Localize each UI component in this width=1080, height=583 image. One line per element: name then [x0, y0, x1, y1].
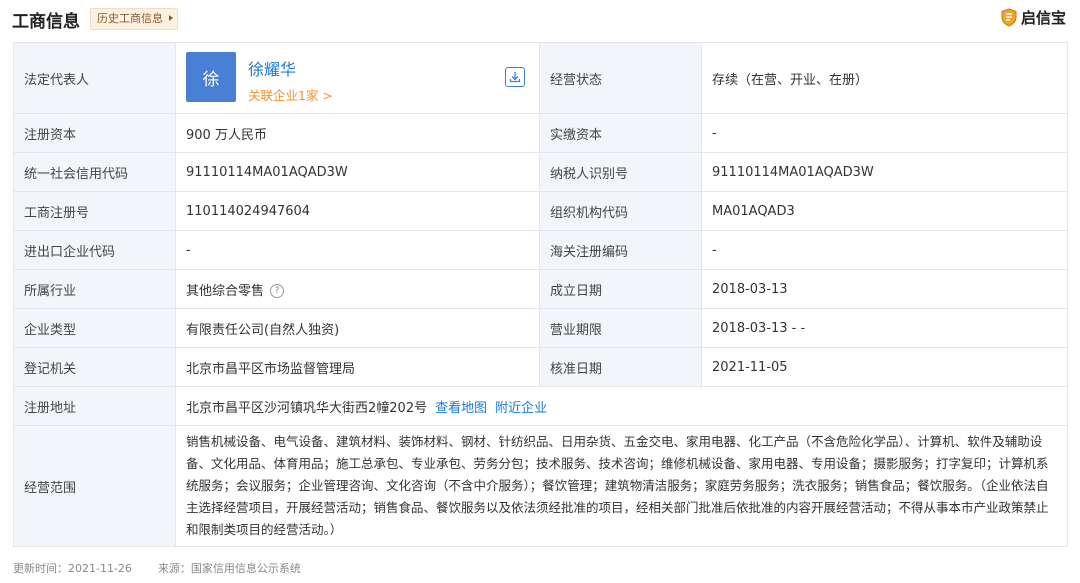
field-label: 登记机关	[13, 347, 176, 387]
field-value: -	[701, 113, 1068, 153]
field-label: 经营状态	[539, 42, 702, 114]
table-row: 统一社会信用代码 91110114MA01AQAD3W 纳税人识别号 91110…	[13, 152, 1068, 192]
field-value: 2021-11-05	[701, 347, 1068, 387]
legal-representative-link[interactable]: 徐耀华	[248, 56, 296, 80]
industry-cell: 其他综合零售?	[175, 269, 540, 309]
table-row: 登记机关 北京市昌平区市场监督管理局 核准日期 2021-11-05	[13, 347, 1068, 387]
field-value: MA01AQAD3	[701, 191, 1068, 231]
field-value: 91110114MA01AQAD3W	[175, 152, 540, 192]
field-label: 注册资本	[13, 113, 176, 153]
section-header: 工商信息 历史工商信息 启信宝	[0, 0, 1080, 36]
brand-label: 启信宝	[1020, 8, 1066, 27]
avatar[interactable]: 徐	[186, 52, 236, 102]
related-companies-link[interactable]: 关联企业1家 >	[248, 85, 333, 104]
table-row: 进出口企业代码 - 海关注册编码 -	[13, 230, 1068, 270]
field-label: 企业类型	[13, 308, 176, 348]
field-value: 2018-03-13	[701, 269, 1068, 309]
download-icon[interactable]	[505, 67, 525, 87]
field-label: 实缴资本	[539, 113, 702, 153]
registered-address: 北京市昌平区沙河镇巩华大街西2幢202号	[186, 400, 428, 416]
field-label: 法定代表人	[13, 42, 176, 114]
table-row: 企业类型 有限责任公司(自然人独资) 营业期限 2018-03-13 - -	[13, 308, 1068, 348]
field-value: -	[701, 230, 1068, 270]
page-title: 工商信息	[12, 12, 80, 32]
footer: 更新时间：2021-11-26 来源：国家信用信息公示系统	[13, 560, 327, 576]
table-row: 工商注册号 110114024947604 组织机构代码 MA01AQAD3	[13, 191, 1068, 231]
caret-right-icon	[169, 15, 173, 21]
field-label: 进出口企业代码	[13, 230, 176, 270]
field-value: 110114024947604	[175, 191, 540, 231]
table-row: 所属行业 其他综合零售? 成立日期 2018-03-13	[13, 269, 1068, 309]
history-business-info-button[interactable]: 历史工商信息	[90, 8, 178, 30]
field-label: 工商注册号	[13, 191, 176, 231]
update-time: 更新时间：2021-11-26	[13, 562, 132, 575]
field-value: -	[175, 230, 540, 270]
data-source: 来源：国家信用信息公示系统	[157, 562, 301, 575]
legal-representative-cell: 徐 徐耀华 关联企业1家 >	[175, 42, 540, 114]
download-glyph	[509, 72, 521, 83]
business-scope-text: 销售机械设备、电气设备、建筑材料、装饰材料、钢材、针纺织品、日用杂货、五金交电、…	[186, 434, 1049, 537]
table-row: 经营范围 销售机械设备、电气设备、建筑材料、装饰材料、钢材、针纺织品、日用杂货、…	[13, 425, 1068, 547]
business-scope-cell: 销售机械设备、电气设备、建筑材料、装饰材料、钢材、针纺织品、日用杂货、五金交电、…	[175, 425, 1068, 547]
field-label: 成立日期	[539, 269, 702, 309]
shield-logo-icon	[1001, 7, 1017, 27]
field-value: 900 万人民币	[175, 113, 540, 153]
table-row: 法定代表人 徐 徐耀华 关联企业1家 > 经营状态 存续（在营、开业、在册）	[13, 42, 1068, 114]
field-label: 所属行业	[13, 269, 176, 309]
field-label: 纳税人识别号	[539, 152, 702, 192]
field-label: 营业期限	[539, 308, 702, 348]
field-label: 海关注册编码	[539, 230, 702, 270]
field-label: 注册地址	[13, 386, 176, 426]
field-value: 存续（在营、开业、在册）	[701, 42, 1068, 114]
field-value: 其他综合零售	[186, 283, 265, 299]
field-value: 2018-03-13 - -	[701, 308, 1068, 348]
history-button-label: 历史工商信息	[97, 12, 163, 25]
registered-address-cell: 北京市昌平区沙河镇巩华大街西2幢202号 查看地图 附近企业	[175, 386, 1068, 426]
field-label: 核准日期	[539, 347, 702, 387]
field-label: 统一社会信用代码	[13, 152, 176, 192]
view-map-link[interactable]: 查看地图	[435, 401, 487, 416]
field-value: 有限责任公司(自然人独资)	[175, 308, 540, 348]
help-icon[interactable]: ?	[270, 284, 285, 298]
field-label: 经营范围	[13, 425, 176, 547]
brand-logo: 启信宝	[1001, 7, 1066, 27]
table-row: 注册地址 北京市昌平区沙河镇巩华大街西2幢202号 查看地图 附近企业	[13, 386, 1068, 426]
nearby-companies-link[interactable]: 附近企业	[495, 401, 547, 416]
business-info-table: 法定代表人 徐 徐耀华 关联企业1家 > 经营状态 存续（在营、开业、在册） 注…	[13, 42, 1068, 547]
field-label: 组织机构代码	[539, 191, 702, 231]
field-value: 91110114MA01AQAD3W	[701, 152, 1068, 192]
table-row: 注册资本 900 万人民币 实缴资本 -	[13, 113, 1068, 153]
field-value: 北京市昌平区市场监督管理局	[175, 347, 540, 387]
